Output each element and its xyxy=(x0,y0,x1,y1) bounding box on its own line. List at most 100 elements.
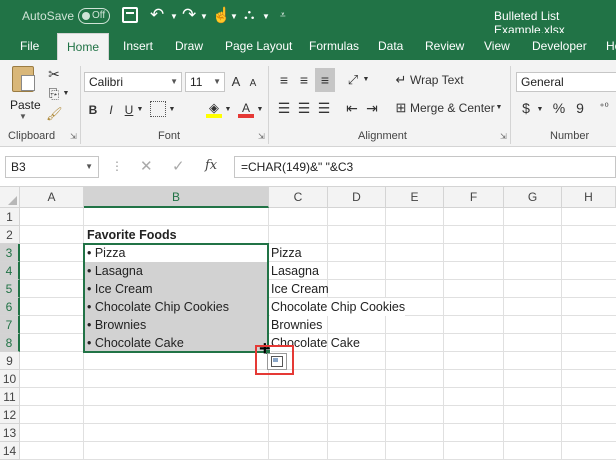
orientation-dropdown-icon[interactable]: ▼ xyxy=(362,70,370,90)
column-header-d[interactable]: D xyxy=(328,187,386,208)
shrink-font-button[interactable]: A xyxy=(247,74,259,94)
sitemap-icon[interactable]: ⛬ xyxy=(244,6,255,23)
number-format-combo[interactable]: General xyxy=(516,72,616,92)
row-header[interactable]: 14 xyxy=(0,442,20,460)
insert-function-button[interactable]: fx xyxy=(205,158,217,173)
quick-analysis-button[interactable] xyxy=(267,353,287,370)
cut-icon[interactable]: ✂ xyxy=(46,64,62,84)
row-header[interactable]: 11 xyxy=(0,388,20,406)
name-box[interactable]: B3 ▼ xyxy=(5,156,99,178)
row-header[interactable]: 2 xyxy=(0,226,20,244)
wrap-text-icon[interactable]: ↵ xyxy=(393,70,409,90)
tab-insert[interactable]: Insert xyxy=(119,33,157,60)
copy-dropdown-icon[interactable]: ▼ xyxy=(62,84,70,104)
percent-button[interactable]: % xyxy=(552,98,566,118)
font-color-dropdown-icon[interactable]: ▼ xyxy=(256,100,264,120)
cell-c5[interactable]: Ice Cream xyxy=(270,280,329,298)
undo-dropdown-icon[interactable]: ▼ xyxy=(170,12,178,21)
cell-b5[interactable]: • Ice Cream xyxy=(84,280,153,298)
font-color-button[interactable]: A xyxy=(238,98,254,118)
increase-decimal-icon[interactable]: ⁺⁰ xyxy=(594,98,614,118)
cell-c4[interactable]: Lasagna xyxy=(270,262,319,280)
align-top-icon[interactable]: ≡ xyxy=(276,70,292,90)
tab-review[interactable]: Review xyxy=(421,33,468,60)
clipboard-launcher-icon[interactable]: ⇲ xyxy=(70,132,77,141)
undo-icon[interactable]: ↶ xyxy=(150,5,164,25)
column-header-h[interactable]: H xyxy=(562,187,616,208)
borders-dropdown-icon[interactable]: ▼ xyxy=(168,100,176,120)
cell-b8[interactable]: • Chocolate Cake xyxy=(84,334,184,352)
wrap-text-button[interactable]: Wrap Text xyxy=(410,70,464,90)
redo-dropdown-icon[interactable]: ▼ xyxy=(200,12,208,21)
orientation-icon[interactable]: ⤢ xyxy=(344,70,362,90)
font-size-combo[interactable]: 11 ▼ xyxy=(185,72,225,92)
paste-button[interactable]: Paste ▼ xyxy=(6,64,42,121)
row-header[interactable]: 5 xyxy=(0,280,20,298)
touch-mode-icon[interactable]: ☝ xyxy=(212,6,231,24)
sitemap-dropdown-icon[interactable]: ▼ xyxy=(262,12,270,21)
align-left-icon[interactable]: ☰ xyxy=(276,98,292,118)
column-header-a[interactable]: A xyxy=(20,187,84,208)
column-header-f[interactable]: F xyxy=(444,187,504,208)
tab-page-layout[interactable]: Page Layout xyxy=(221,33,296,60)
row-header[interactable]: 6 xyxy=(0,298,20,316)
column-header-e[interactable]: E xyxy=(386,187,444,208)
cell-b2[interactable]: Favorite Foods xyxy=(84,226,177,244)
cell-b4[interactable]: • Lasagna xyxy=(84,262,143,280)
row-header[interactable]: 1 xyxy=(0,208,20,226)
fill-color-dropdown-icon[interactable]: ▼ xyxy=(224,100,232,120)
tab-view[interactable]: View xyxy=(480,33,514,60)
formula-input[interactable]: =CHAR(149)&" "&C3 xyxy=(234,156,616,178)
cell-b7[interactable]: • Brownies xyxy=(84,316,146,334)
column-header-c[interactable]: C xyxy=(269,187,328,208)
autosave-toggle[interactable]: Off xyxy=(78,8,110,24)
decrease-indent-icon[interactable]: ⇤ xyxy=(344,98,360,118)
currency-button[interactable]: $ xyxy=(520,98,532,118)
tab-data[interactable]: Data xyxy=(374,33,407,60)
increase-indent-icon[interactable]: ⇥ xyxy=(364,98,380,118)
column-header-b[interactable]: B xyxy=(84,187,269,208)
tab-home[interactable]: Home xyxy=(57,33,109,60)
merge-center-icon[interactable]: ⊞ xyxy=(393,98,409,118)
formula-bar-handle-icon[interactable]: ⋮ xyxy=(111,159,123,173)
column-header-g[interactable]: G xyxy=(504,187,562,208)
save-icon[interactable] xyxy=(122,7,138,23)
touch-dropdown-icon[interactable]: ▼ xyxy=(230,12,238,21)
cell-c6[interactable]: Chocolate Chip Cookies xyxy=(270,298,406,316)
cell-b3[interactable]: • Pizza xyxy=(84,244,125,262)
customize-toolbar-icon[interactable]: ⩡ xyxy=(280,10,286,21)
bold-button[interactable]: B xyxy=(86,100,100,120)
row-header[interactable]: 13 xyxy=(0,424,20,442)
worksheet-grid[interactable]: A B C D E F G H 1 2 3 4 5 6 7 8 9 10 11 … xyxy=(0,187,616,460)
format-painter-icon[interactable]: 🖌 xyxy=(46,104,63,124)
tab-file[interactable]: File xyxy=(16,33,43,60)
currency-dropdown-icon[interactable]: ▼ xyxy=(536,100,544,120)
merge-dropdown-icon[interactable]: ▼ xyxy=(495,98,503,118)
enter-icon[interactable]: ✓ xyxy=(172,157,185,175)
tab-draw[interactable]: Draw xyxy=(171,33,207,60)
cell-c3[interactable]: Pizza xyxy=(270,244,302,262)
font-name-combo[interactable]: Calibri ▼ xyxy=(84,72,182,92)
merge-center-button[interactable]: Merge & Center xyxy=(410,98,495,118)
fill-color-icon[interactable]: ◈ xyxy=(206,98,222,118)
tab-help[interactable]: He xyxy=(602,33,616,60)
paste-dropdown-icon[interactable]: ▼ xyxy=(19,112,27,121)
align-bottom-icon[interactable]: ≡ xyxy=(315,68,335,92)
tab-developer[interactable]: Developer xyxy=(528,33,591,60)
tab-formulas[interactable]: Formulas xyxy=(305,33,363,60)
font-launcher-icon[interactable]: ⇲ xyxy=(258,132,265,141)
row-header[interactable]: 4 xyxy=(0,262,20,280)
select-all-corner[interactable] xyxy=(0,187,20,208)
copy-icon[interactable]: ⎘ xyxy=(46,84,62,104)
underline-button[interactable]: U xyxy=(122,100,136,120)
cell-b6[interactable]: • Chocolate Chip Cookies xyxy=(84,298,229,316)
alignment-launcher-icon[interactable]: ⇲ xyxy=(500,132,507,141)
italic-button[interactable]: I xyxy=(104,100,118,120)
row-header[interactable]: 7 xyxy=(0,316,20,334)
cancel-icon[interactable]: ✕ xyxy=(140,157,153,175)
row-header[interactable]: 8 xyxy=(0,334,20,352)
align-middle-icon[interactable]: ≡ xyxy=(296,70,312,90)
align-right-icon[interactable]: ☰ xyxy=(316,98,332,118)
row-header[interactable]: 9 xyxy=(0,352,20,370)
comma-button[interactable]: 9 xyxy=(574,98,586,118)
